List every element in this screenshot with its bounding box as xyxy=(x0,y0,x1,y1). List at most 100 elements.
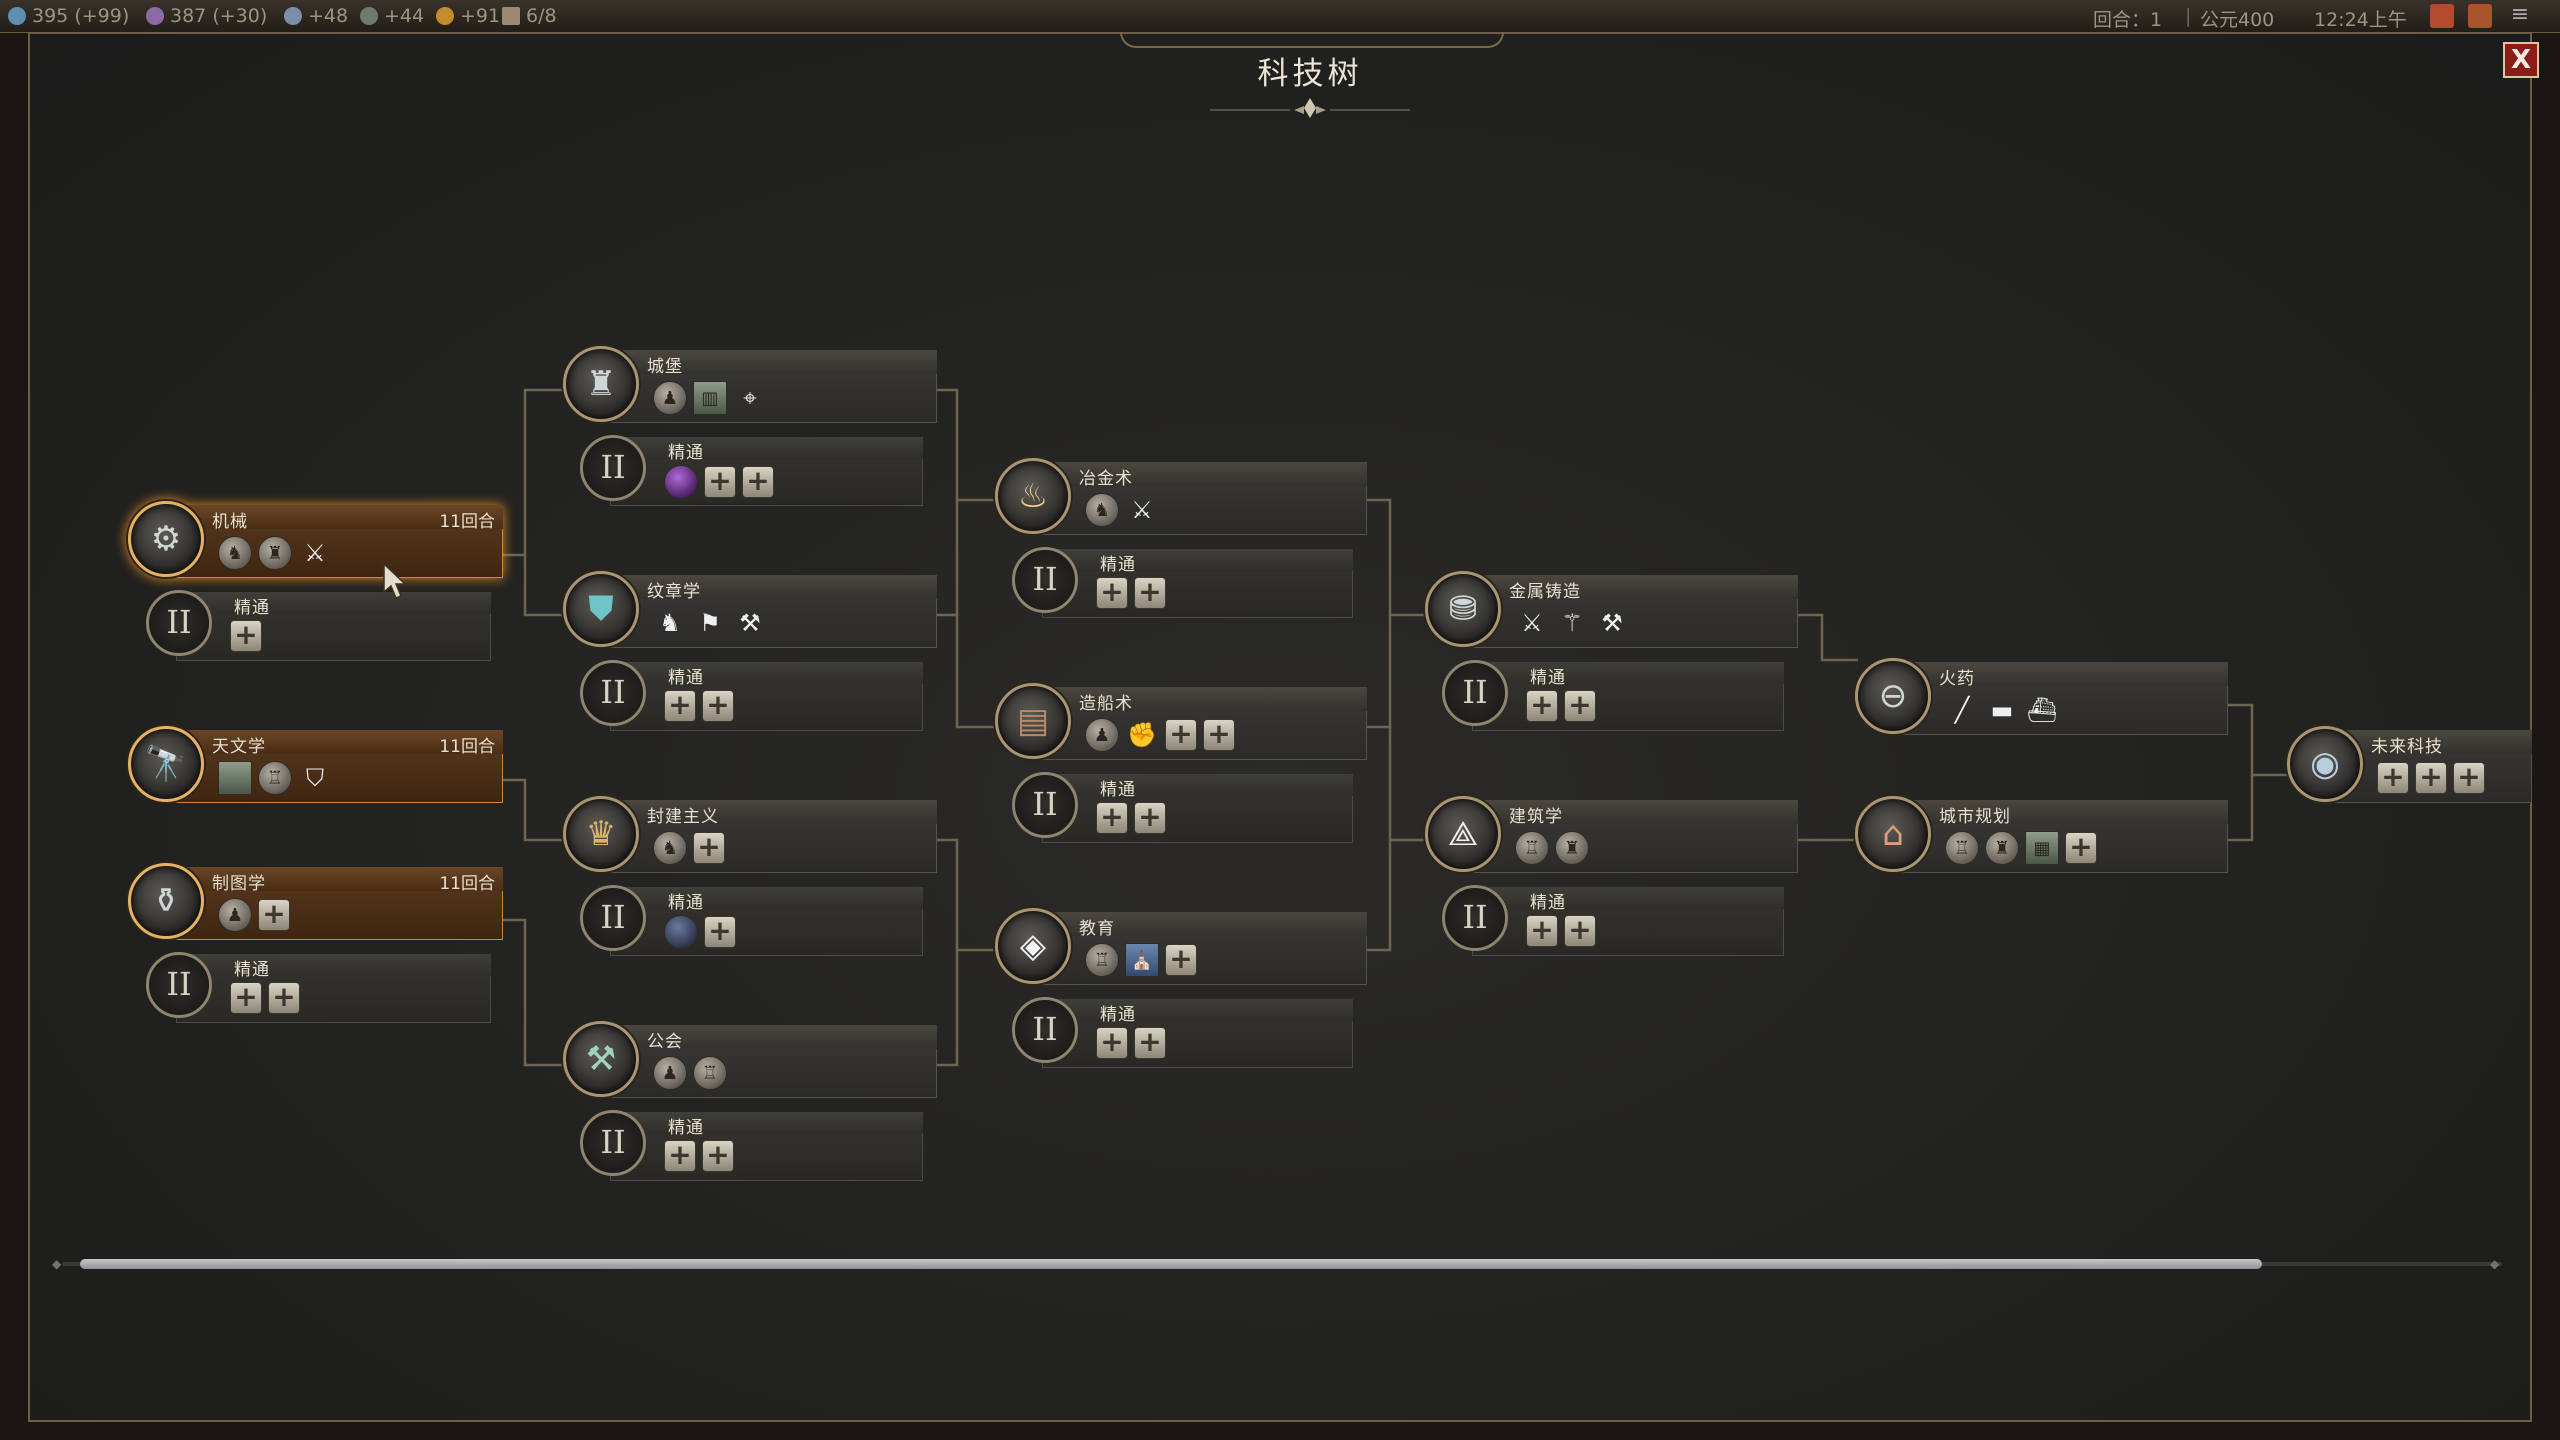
mastery-heraldry[interactable]: 精通 II + + xyxy=(580,660,923,732)
mastery-metal-casting[interactable]: 精通 II + + xyxy=(1442,660,1784,732)
crossbow-icon[interactable]: ⚔ xyxy=(298,536,332,570)
mastery-metallurgy[interactable]: 精通 II + + xyxy=(1012,547,1353,619)
unlock-building-icon[interactable]: ♖ xyxy=(1085,943,1119,977)
plus-icon[interactable]: + xyxy=(1526,690,1558,722)
tech-architecture[interactable]: 建筑学 ⟁ ♖ ♜ xyxy=(1425,796,1798,878)
plus-icon[interactable]: + xyxy=(268,982,300,1014)
mastery-machinery[interactable]: 精通 II + xyxy=(146,590,491,662)
plus-icon[interactable]: + xyxy=(1564,915,1596,947)
plus-icon[interactable]: + xyxy=(2453,762,2485,794)
unlock-district-icon[interactable] xyxy=(218,761,252,795)
plus-icon[interactable]: + xyxy=(1526,915,1558,947)
ship-icon[interactable]: ⛴ xyxy=(2025,693,2059,727)
tech-name: 公会 xyxy=(647,1032,683,1052)
cannon-unit-icon[interactable]: ▬ xyxy=(1985,693,2019,727)
plus-icon[interactable]: + xyxy=(1134,1027,1166,1059)
plus-icon[interactable]: + xyxy=(1203,719,1235,751)
tech-education[interactable]: 教育 ◈ ♖ ⛪ + xyxy=(995,908,1367,990)
tech-guilds[interactable]: 公会 ⚒ ♟ ♖ xyxy=(563,1021,937,1103)
unlock-unit-icon[interactable]: ♟ xyxy=(653,1056,687,1090)
unlock-unit-icon[interactable]: ♞ xyxy=(218,536,252,570)
unlock-unit-icon[interactable]: ♞ xyxy=(653,831,687,865)
unlock-unit-icon[interactable]: ♟ xyxy=(653,381,687,415)
tech-name: 建筑学 xyxy=(1509,807,1563,827)
unlock-building-icon[interactable]: ♖ xyxy=(258,761,292,795)
shield-icon[interactable]: ⛉ xyxy=(298,761,332,795)
tech-astronomy[interactable]: 天文学 11回合 🔭 ♖ ⛉ xyxy=(128,726,503,808)
musket-icon[interactable]: ╱ xyxy=(1945,693,1979,727)
plus-icon[interactable]: + xyxy=(693,832,725,864)
plus-icon[interactable]: + xyxy=(704,916,736,948)
catapult-icon[interactable]: ⚚ xyxy=(1555,606,1589,640)
plus-icon[interactable]: + xyxy=(1165,719,1197,751)
plus-icon[interactable]: + xyxy=(2065,832,2097,864)
scroll-right-icon[interactable]: ◆ xyxy=(2490,1258,2502,1270)
plus-icon[interactable]: + xyxy=(2377,762,2409,794)
plus-icon[interactable]: + xyxy=(1096,802,1128,834)
plus-icon[interactable]: + xyxy=(2415,762,2447,794)
tech-future-tech[interactable]: 未来科技 ◉ + + + xyxy=(2287,726,2532,808)
tech-feudalism[interactable]: 封建主义 ♛ ♞ + xyxy=(563,796,937,878)
tech-shipbuilding[interactable]: 造船术 ▤ ♟ ✊ + + xyxy=(995,683,1367,765)
mastery-education[interactable]: 精通 II + + xyxy=(1012,997,1353,1069)
tech-castles[interactable]: 城堡 ♜ ♟ ▥ ⌖ xyxy=(563,346,937,428)
mastery-cartography[interactable]: 精通 II + + xyxy=(146,952,491,1024)
mastery-guilds[interactable]: 精通 II + + xyxy=(580,1110,923,1182)
helmet-icon[interactable]: ♞ xyxy=(653,606,687,640)
help-icon[interactable] xyxy=(2468,4,2492,28)
unlock-unit-icon[interactable]: ♜ xyxy=(258,536,292,570)
mace-icon[interactable]: ⚒ xyxy=(1595,606,1629,640)
unlock-unit-icon[interactable]: ♞ xyxy=(1085,493,1119,527)
menu-icon[interactable]: ≡ xyxy=(2508,4,2532,28)
mastery-feudalism[interactable]: 精通 II + xyxy=(580,885,923,957)
fist-icon[interactable]: ✊ xyxy=(1125,718,1159,752)
tech-machinery[interactable]: 机械 11回合 ⚙ ♞ ♜ ⚔ xyxy=(128,501,503,583)
mastery-castles[interactable]: 精通 II + + xyxy=(580,435,923,507)
plus-icon[interactable]: + xyxy=(1165,944,1197,976)
close-button[interactable]: X xyxy=(2503,42,2539,78)
catapult-icon[interactable]: ⚔ xyxy=(1125,493,1159,527)
plus-icon[interactable]: + xyxy=(704,466,736,498)
unlock-building-icon[interactable]: ♜ xyxy=(1555,831,1589,865)
report-icon[interactable] xyxy=(2430,4,2454,28)
tech-cartography[interactable]: 制图学 11回合 ⚱ ♟ + xyxy=(128,863,503,945)
plus-icon[interactable]: + xyxy=(258,899,290,931)
unlock-unit-icon[interactable] xyxy=(664,915,698,949)
plus-icon[interactable]: + xyxy=(1134,802,1166,834)
unlock-building-icon[interactable]: ♖ xyxy=(693,1056,727,1090)
plus-icon[interactable]: + xyxy=(1564,690,1596,722)
mastery-architecture[interactable]: 精通 II + + xyxy=(1442,885,1784,957)
plus-icon[interactable]: + xyxy=(664,690,696,722)
unlock-unit-icon[interactable]: ♟ xyxy=(218,898,252,932)
tech-metal-casting[interactable]: 金属铸造 ⛃ ⚔ ⚚ ⚒ xyxy=(1425,571,1798,653)
wall-icon[interactable]: ▥ xyxy=(693,381,727,415)
plus-icon[interactable]: + xyxy=(1096,577,1128,609)
mastery-badge: II xyxy=(1442,660,1508,726)
plus-icon[interactable]: + xyxy=(1096,1027,1128,1059)
unlock-building-icon[interactable]: ♖ xyxy=(1515,831,1549,865)
district-icon[interactable]: ▦ xyxy=(2025,831,2059,865)
tech-urban-planning[interactable]: 城市规划 ⌂ ♖ ♜ ▦ + xyxy=(1855,796,2228,878)
plus-icon[interactable]: + xyxy=(230,620,262,652)
tech-heraldry[interactable]: 纹章学 ⛊ ♞ ⚑ ⚒ xyxy=(563,571,937,653)
mace-icon[interactable]: ⚒ xyxy=(733,606,767,640)
horizontal-scroll-thumb[interactable] xyxy=(80,1259,2262,1269)
unlock-building-icon[interactable]: ♖ xyxy=(1945,831,1979,865)
tech-gunpowder[interactable]: 火药 ⊖ ╱ ▬ ⛴ xyxy=(1855,658,2228,740)
unlock-resource-icon[interactable] xyxy=(664,465,698,499)
university-icon[interactable]: ⛪ xyxy=(1125,943,1159,977)
tech-metallurgy[interactable]: 冶金术 ♨ ♞ ⚔ xyxy=(995,458,1367,540)
crossbow-icon[interactable]: ⌖ xyxy=(733,381,767,415)
plus-icon[interactable]: + xyxy=(664,1140,696,1172)
plus-icon[interactable]: + xyxy=(702,690,734,722)
flag-icon[interactable]: ⚑ xyxy=(693,606,727,640)
plus-icon[interactable]: + xyxy=(702,1140,734,1172)
sword-icon[interactable]: ⚔ xyxy=(1515,606,1549,640)
scroll-left-icon[interactable]: ◆ xyxy=(52,1258,64,1270)
plus-icon[interactable]: + xyxy=(742,466,774,498)
unlock-unit-icon[interactable]: ♟ xyxy=(1085,718,1119,752)
plus-icon[interactable]: + xyxy=(230,982,262,1014)
unlock-building-icon[interactable]: ♜ xyxy=(1985,831,2019,865)
mastery-shipbuilding[interactable]: 精通 II + + xyxy=(1012,772,1353,844)
plus-icon[interactable]: + xyxy=(1134,577,1166,609)
